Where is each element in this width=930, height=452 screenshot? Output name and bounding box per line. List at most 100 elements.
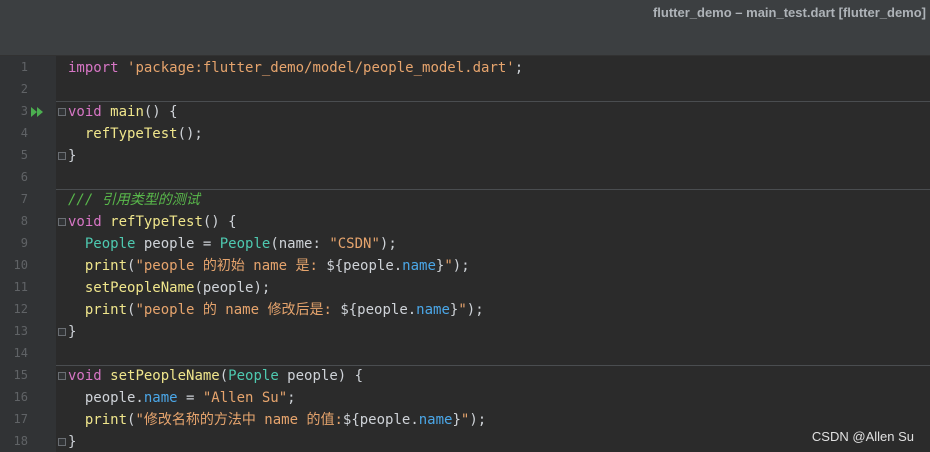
line-number: 15 — [13, 368, 28, 382]
line-number: 10 — [13, 258, 28, 272]
run-icon[interactable] — [31, 106, 45, 118]
code-line[interactable]: 4 refTypeTest(); — [0, 123, 930, 145]
line-number: 4 — [20, 126, 28, 140]
line-number: 9 — [20, 236, 28, 250]
line-number: 2 — [20, 82, 28, 96]
watermark: CSDN @Allen Su — [811, 429, 914, 444]
code-text: people.name = "Allen Su"; — [68, 389, 296, 407]
code-text: void main() { — [68, 103, 178, 121]
code-line[interactable]: 3 void main() { — [0, 101, 930, 123]
fold-marker-icon[interactable] — [58, 108, 66, 116]
line-number: 18 — [13, 434, 28, 448]
line-number: 12 — [13, 302, 28, 316]
code-token: () { — [143, 104, 178, 120]
code-token: ; — [287, 390, 296, 406]
window-title: flutter_demo – main_test.dart [flutter_d… — [652, 5, 926, 20]
code-line[interactable]: 8 void refTypeTest() { — [0, 211, 930, 233]
code-token: name — [402, 258, 436, 274]
code-line[interactable]: 11 setPeopleName(people); — [0, 277, 930, 299]
code-token: People — [219, 236, 271, 252]
code-text: void refTypeTest() { — [68, 213, 237, 231]
code-line[interactable]: 2 — [0, 79, 930, 101]
code-token: () { — [202, 214, 237, 230]
code-line[interactable]: 17 print("修改名称的方法中 name 的值:${people.name… — [0, 409, 930, 431]
code-token: setPeopleName — [110, 368, 220, 384]
code-text: void setPeopleName(People people) { — [68, 367, 363, 385]
code-text: print("people 的初始 name 是: ${people.name}… — [68, 257, 470, 275]
code-token: } — [452, 412, 461, 428]
code-line[interactable]: 1 import 'package:flutter_demo/model/peop… — [0, 57, 930, 79]
code-line[interactable]: 9 People people = People(name: "CSDN"); — [0, 233, 930, 255]
line-number: 1 — [20, 60, 28, 74]
method-separator — [56, 365, 930, 366]
line-number: 5 — [20, 148, 28, 162]
code-text: print("修改名称的方法中 name 的值:${people.name}")… — [68, 411, 486, 429]
code-token: ${people. — [342, 412, 419, 428]
code-token: ); — [469, 412, 487, 428]
code-token: import — [68, 60, 119, 76]
code-token: (); — [177, 126, 203, 142]
code-text: /// 引用类型的测试 — [68, 191, 200, 209]
code-line[interactable]: 12 print("people 的 name 修改后是: ${people.n… — [0, 299, 930, 321]
code-line[interactable]: 15 void setPeopleName(People people) { — [0, 365, 930, 387]
line-number: 6 — [20, 170, 28, 184]
code-token: } — [68, 148, 77, 164]
code-token: People — [228, 368, 279, 384]
code-editor[interactable]: 1 import 'package:flutter_demo/model/peop… — [0, 56, 930, 452]
code-token: refTypeTest — [84, 126, 178, 142]
code-token: (people); — [194, 280, 271, 296]
code-line[interactable]: 18} — [0, 431, 930, 452]
code-line[interactable]: 14 — [0, 343, 930, 365]
code-token: " — [444, 258, 453, 274]
code-line[interactable]: 16 people.name = "Allen Su"; — [0, 387, 930, 409]
code-line[interactable]: 7 /// 引用类型的测试 — [0, 189, 930, 211]
code-token: people) { — [278, 368, 364, 384]
code-text: People people = People(name: "CSDN"); — [68, 235, 397, 253]
code-line[interactable]: 10 print("people 的初始 name 是: ${people.na… — [0, 255, 930, 277]
code-token: name — [418, 412, 453, 428]
code-text: print("people 的 name 修改后是: ${people.name… — [68, 301, 484, 319]
fold-marker-icon[interactable] — [58, 152, 66, 160]
code-token: main — [110, 104, 144, 120]
code-token: people = — [135, 236, 220, 252]
code-token: "CSDN" — [329, 236, 380, 252]
code-text: } — [68, 147, 76, 165]
code-token: = — [177, 390, 203, 406]
code-token: "Allen Su" — [202, 390, 288, 406]
code-line[interactable]: 5} — [0, 145, 930, 167]
code-token: ); — [452, 258, 470, 274]
code-token: } — [68, 324, 77, 340]
code-token: /// 引用类型的测试 — [68, 192, 200, 208]
code-line[interactable]: 13} — [0, 321, 930, 343]
line-number: 17 — [13, 412, 28, 426]
code-token: print — [84, 302, 128, 318]
line-number: 13 — [13, 324, 28, 338]
code-token: ); — [379, 236, 397, 252]
code-token: refTypeTest — [110, 214, 203, 230]
fold-marker-icon[interactable] — [58, 218, 66, 226]
fold-marker-icon[interactable] — [58, 372, 66, 380]
code-token: "修改名称的方法中 name 的值: — [135, 412, 343, 428]
fold-marker-icon[interactable] — [58, 438, 66, 446]
line-number: 16 — [13, 390, 28, 404]
code-token: void — [68, 368, 102, 384]
code-token: People — [84, 236, 136, 252]
fold-marker-icon[interactable] — [58, 328, 66, 336]
code-token: void — [68, 104, 102, 120]
code-text: refTypeTest(); — [68, 125, 203, 143]
method-separator — [56, 189, 930, 190]
method-separator — [56, 101, 930, 102]
code-token: "people 的 name 修改后是: — [135, 302, 341, 318]
code-token: ); — [466, 302, 484, 318]
code-line[interactable]: 6 — [0, 167, 930, 189]
code-token: people. — [68, 390, 144, 406]
code-token: (name: — [270, 236, 330, 252]
line-number: 7 — [20, 192, 28, 206]
code-token: " — [458, 302, 467, 318]
